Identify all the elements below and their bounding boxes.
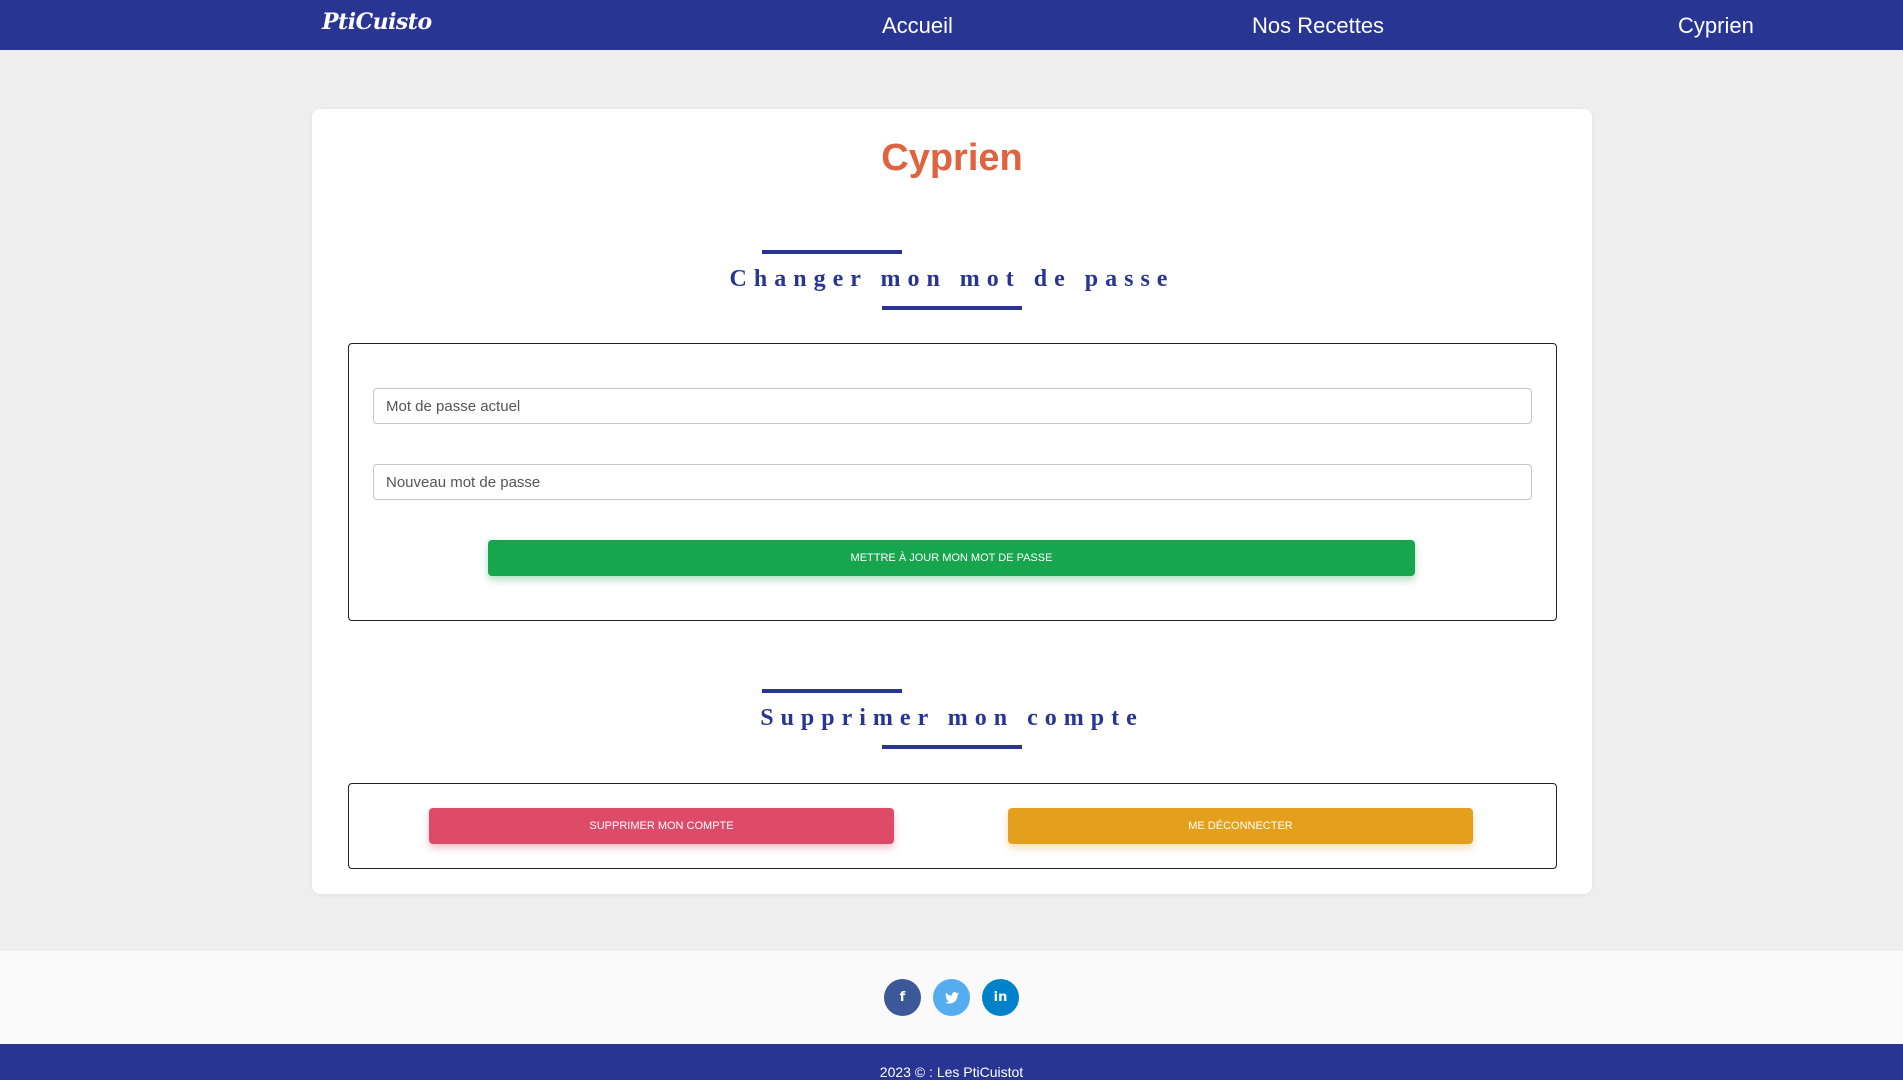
profile-card: Cyprien Changer mon mot de passe Mettre … (312, 109, 1592, 894)
delete-account-button[interactable]: Supprimer mon compte (429, 808, 894, 844)
heading-bar-bottom (882, 745, 1022, 749)
nav-link-home[interactable]: Accueil (882, 13, 953, 39)
heading-bar-top (762, 250, 902, 254)
nav-link-user[interactable]: Cyprien (1678, 13, 1754, 39)
twitter-bird-glyph (944, 991, 959, 1004)
section-title-account: Supprimer mon compte (760, 705, 1144, 731)
facebook-icon[interactable]: f (884, 979, 921, 1016)
brand-logo[interactable]: PtiCuisto (322, 9, 432, 35)
footer: 2023 © : Les PtiCuistot (0, 1044, 1903, 1080)
page-title: Cyprien (881, 137, 1023, 179)
navbar: PtiCuisto Accueil Nos Recettes Cyprien (0, 0, 1903, 50)
heading-bar-bottom (882, 306, 1022, 310)
twitter-icon[interactable] (933, 979, 970, 1016)
password-form: Mettre à jour mon mot de passe (348, 343, 1557, 621)
update-password-button[interactable]: Mettre à jour mon mot de passe (488, 540, 1415, 576)
linkedin-icon[interactable]: in (982, 979, 1019, 1016)
social-links-bar: f in (0, 951, 1903, 1044)
current-password-input[interactable] (373, 388, 1532, 424)
copyright-text: 2023 © : Les PtiCuistot (879, 1064, 1024, 1080)
nav-link-recipes[interactable]: Nos Recettes (1252, 13, 1384, 39)
logout-button[interactable]: Me déconnecter (1008, 808, 1473, 844)
new-password-input[interactable] (373, 464, 1532, 500)
account-actions-panel: Supprimer mon compte Me déconnecter (348, 783, 1557, 869)
heading-bar-top (762, 689, 902, 693)
section-title-password: Changer mon mot de passe (729, 266, 1175, 292)
